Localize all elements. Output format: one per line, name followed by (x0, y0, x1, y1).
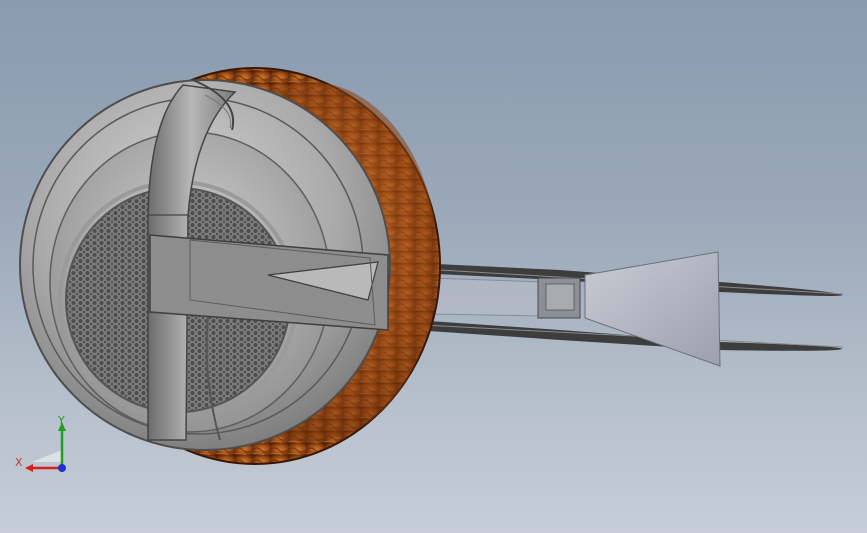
cad-viewport[interactable]: X Y (0, 0, 867, 533)
headphone-model[interactable] (0, 0, 867, 533)
axis-triad: X Y (15, 414, 66, 472)
y-axis-label: Y (57, 414, 65, 427)
x-axis-label: X (15, 456, 23, 469)
x-axis-arrow (25, 464, 62, 472)
z-axis-dot (58, 464, 66, 472)
